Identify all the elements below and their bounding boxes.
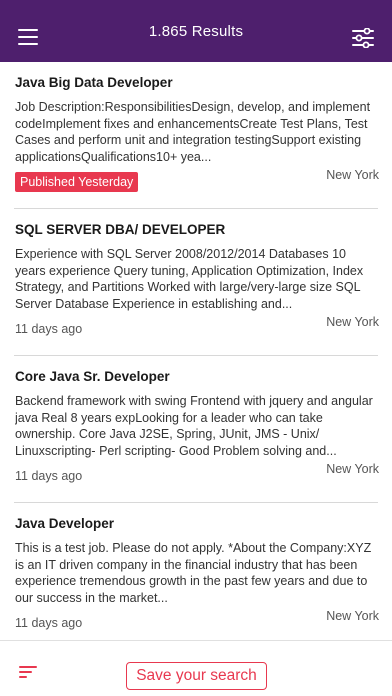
results-count-title: 1.865 Results (148, 22, 244, 40)
job-location: New York (326, 168, 379, 182)
job-date: 11 days ago (15, 616, 83, 630)
job-description: Experience with SQL Server 2008/2012/201… (15, 247, 364, 311)
job-card[interactable]: Java Big Data Developer Job Description:… (0, 62, 392, 193)
job-location: New York (326, 315, 379, 329)
job-description: Backend framework with swing Frontend wi… (15, 394, 373, 458)
job-card[interactable]: SQL SERVER DBA/ DEVELOPER Experience wit… (0, 209, 392, 340)
job-location: New York (326, 609, 379, 623)
job-description: Job Description:ResponsibilitiesDesign, … (15, 100, 371, 164)
job-list: Java Big Data Developer Job Description:… (0, 62, 392, 640)
sliders-filter-icon[interactable] (352, 28, 374, 48)
sort-lines-icon[interactable] (19, 666, 39, 680)
job-title: Java Big Data Developer (15, 75, 173, 90)
published-badge: Published Yesterday (15, 172, 139, 192)
bottom-bar: Save your search (0, 640, 392, 696)
job-card[interactable]: Java Developer This is a test job. Pleas… (0, 503, 392, 634)
job-title: SQL SERVER DBA/ DEVELOPER (15, 222, 226, 237)
job-location: New York (326, 462, 379, 476)
job-description: This is a test job. Please do not apply.… (15, 541, 372, 605)
app-header: 1.865 Results (0, 0, 392, 62)
job-date: 11 days ago (15, 469, 83, 483)
job-date: 11 days ago (15, 322, 83, 336)
save-search-button[interactable]: Save your search (126, 662, 267, 690)
hamburger-menu-icon[interactable] (18, 29, 40, 47)
job-title: Core Java Sr. Developer (15, 369, 170, 384)
job-card[interactable]: Core Java Sr. Developer Backend framewor… (0, 356, 392, 487)
job-title: Java Developer (15, 516, 115, 531)
